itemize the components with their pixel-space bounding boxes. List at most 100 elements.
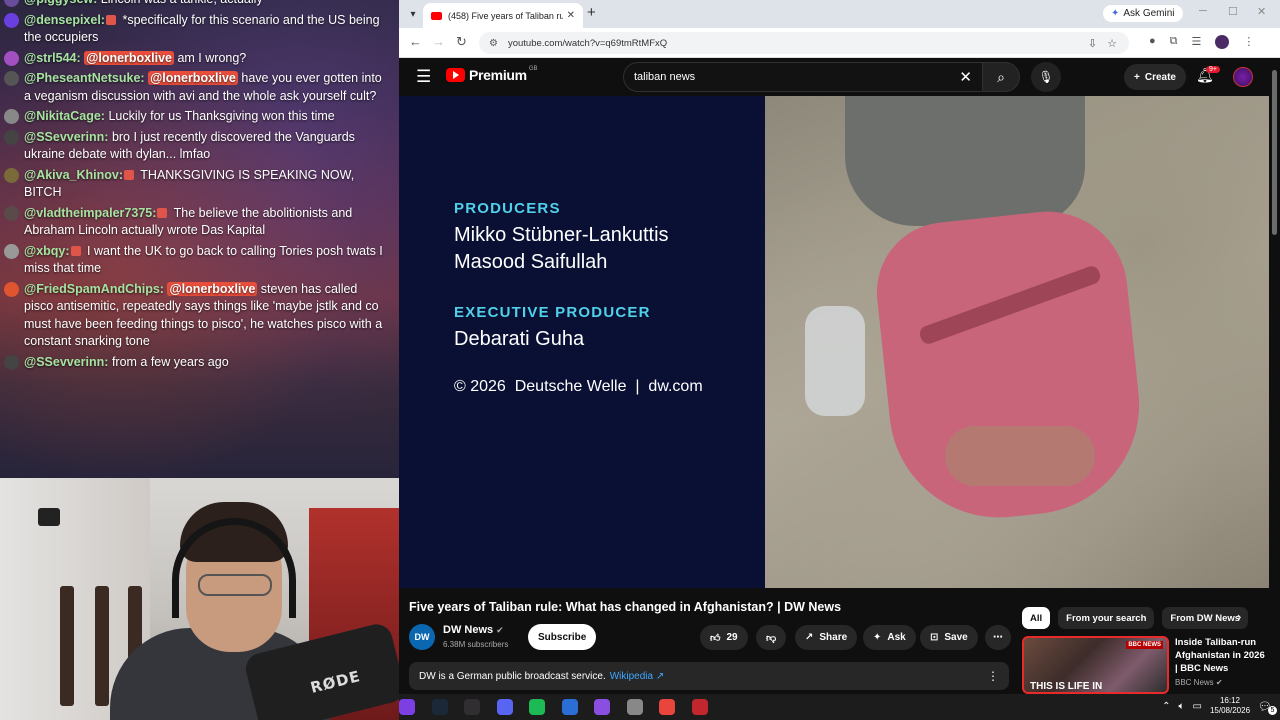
tab-youtube[interactable]: (458) Five years of Taliban rule: ✕	[423, 3, 583, 28]
forward-icon[interactable]: →	[432, 34, 445, 49]
create-button[interactable]: + Create	[1124, 64, 1186, 90]
chat-avatar	[4, 0, 19, 7]
ask-button[interactable]: ✦ Ask	[863, 625, 916, 650]
thumbs-down-icon: 👎︎	[766, 632, 777, 644]
account-avatar[interactable]	[1233, 67, 1253, 87]
filter-chip[interactable]: All	[1022, 607, 1051, 629]
filter-chip[interactable]: From your search	[1058, 607, 1155, 629]
clock[interactable]: 16:12 15/08/2026	[1210, 696, 1250, 716]
bookmark-star-icon[interactable]: ☆	[1107, 37, 1117, 50]
chat-username[interactable]: @NikitaCage:	[24, 109, 105, 123]
notifications-icon[interactable]: 💬︎ 5	[1258, 700, 1277, 715]
tab-search-icon[interactable]: ▾	[403, 5, 423, 23]
chat-message: @Akiva_Khinov: THANKSGIVING IS SPEAKING …	[0, 167, 399, 202]
maximize-icon[interactable]: ☐	[1228, 5, 1238, 18]
executive-producer-name: Debarati Guha	[454, 328, 585, 350]
install-app-icon[interactable]: ⇩	[1088, 37, 1097, 50]
search-input[interactable]: taliban news ✕	[623, 62, 983, 92]
youtube-premium-logo[interactable]: Premium GB	[446, 66, 538, 83]
minimize-icon[interactable]: ─	[1199, 5, 1207, 17]
producers-heading: PRODUCERS	[454, 200, 561, 217]
omnibox-actions: ⇩ ☆	[1088, 32, 1117, 54]
more-vertical-icon[interactable]: ⋮	[987, 669, 999, 683]
channel-name[interactable]: DW News ✔	[443, 624, 504, 636]
clear-search-icon[interactable]: ✕	[959, 68, 972, 86]
chat-username[interactable]: @SSevverinn:	[24, 130, 108, 144]
chat-mention: @lonerboxlive	[84, 50, 174, 65]
chat-avatar	[4, 167, 19, 183]
producer-name: Masood Saifullah	[454, 251, 608, 273]
volume-icon[interactable]: 🔈︎	[1179, 701, 1185, 712]
chat-username[interactable]: @xbqy:	[24, 244, 70, 258]
chat-username[interactable]: @densepixel:	[24, 13, 105, 27]
chat-username[interactable]: @vladtheimpaler7375:	[24, 206, 156, 220]
arc-icon[interactable]	[399, 699, 415, 715]
app-gear-icon[interactable]	[626, 699, 643, 715]
recommended-video-thumbnail[interactable]: BBC NEWS THIS IS LIFE IN	[1022, 636, 1169, 694]
profile-avatar-icon[interactable]	[1215, 35, 1230, 49]
reload-icon[interactable]: ↻	[456, 34, 467, 50]
subscribe-button[interactable]: Subscribe	[528, 624, 597, 650]
site-info-icon[interactable]: ⚙	[489, 38, 498, 49]
gemini-sparkle-icon: ✦	[1111, 8, 1120, 19]
obs-icon[interactable]	[464, 699, 480, 715]
close-window-icon[interactable]: ✕	[1257, 5, 1266, 18]
producer-name: Mikko Stübner-Lankuttis	[454, 224, 669, 246]
voice-search-icon[interactable]: 🎙︎	[1031, 62, 1061, 92]
chevron-right-icon[interactable]: ›	[1237, 609, 1241, 624]
tray-chevron-icon[interactable]: ⌃	[1162, 701, 1170, 712]
scrollbar-thumb[interactable]	[1272, 70, 1277, 235]
chrome-menu-icon[interactable]: ⋮	[1243, 35, 1254, 49]
region-code: GB	[528, 66, 538, 72]
reading-list-icon[interactable]: ☰	[1192, 35, 1202, 49]
app-blue-icon[interactable]	[561, 699, 578, 715]
network-icon[interactable]: ▭	[1193, 701, 1202, 712]
chat-avatar	[4, 354, 19, 370]
youtube-play-icon	[446, 68, 465, 82]
chat-username[interactable]: @Akiva_Khinov:	[24, 168, 123, 182]
discord-icon[interactable]	[496, 699, 513, 715]
app-red-icon[interactable]	[691, 699, 708, 715]
steam-icon[interactable]	[431, 699, 448, 715]
search-button[interactable]: ⌕	[982, 62, 1020, 92]
chrome-icon[interactable]	[659, 699, 675, 715]
new-tab-button[interactable]: +	[587, 4, 596, 21]
recommended-video-channel[interactable]: BBC News ✔	[1175, 678, 1223, 687]
description-text: DW is a German public broadcast service.	[419, 670, 606, 682]
chat-username[interactable]: @PheseantNetsuke:	[24, 71, 145, 85]
channel-avatar[interactable]: DW	[409, 624, 435, 650]
system-tray: ⌃ 🔈︎ ▭ 16:12 15/08/2026 💬︎ 5	[1162, 696, 1277, 716]
share-button[interactable]: ↗ Share	[795, 625, 858, 650]
recommended-video-title[interactable]: Inside Taliban-run Afghanistan in 2026 |…	[1175, 636, 1270, 675]
url-omnibox[interactable]: ⚙ youtube.com/watch?v=q69tmRtMFxQ ⇩ ☆	[479, 32, 1129, 54]
logo-text: Premium	[469, 67, 527, 83]
photo-toes	[945, 426, 1095, 486]
executive-producer-heading: EXECUTIVE PRODUCER	[454, 304, 651, 321]
like-button[interactable]: 👍︎ 29	[700, 625, 748, 650]
member-badge-icon	[157, 207, 168, 218]
verified-icon: ✔	[496, 625, 504, 635]
filter-chip[interactable]: From DW News	[1162, 607, 1249, 629]
extension-icon[interactable]: ●	[1149, 35, 1156, 49]
back-icon[interactable]: ←	[409, 34, 422, 49]
verified-icon: ✔	[1215, 678, 1223, 687]
chat-avatar	[4, 50, 19, 66]
more-actions-button[interactable]: ⋯	[985, 625, 1011, 650]
description-box[interactable]: DW is a German public broadcast service.…	[409, 662, 1009, 690]
hamburger-menu-icon[interactable]: ☰	[416, 67, 431, 87]
extensions-puzzle-icon[interactable]: ⧉	[1170, 35, 1178, 49]
app-purple-icon[interactable]	[594, 699, 610, 715]
close-tab-icon[interactable]: ✕	[567, 10, 575, 21]
chat-username[interactable]: @piggysew:	[24, 0, 97, 6]
chat-message: @FriedSpamAndChips: @lonerboxlive steven…	[0, 281, 399, 351]
spotify-icon[interactable]	[529, 699, 545, 715]
chat-username[interactable]: @FriedSpamAndChips:	[24, 282, 164, 296]
chat-username[interactable]: @strl544:	[24, 51, 81, 65]
chat-text: Lincoln was a tankie, actually	[101, 0, 263, 6]
ask-gemini-button[interactable]: ✦ Ask Gemini	[1103, 5, 1183, 22]
save-button[interactable]: ⊡ Save	[920, 625, 978, 650]
chat-username[interactable]: @SSevverinn:	[24, 355, 108, 369]
wikipedia-link[interactable]: Wikipedia ↗	[610, 671, 665, 682]
video-player[interactable]: PRODUCERS Mikko Stübner-Lankuttis Masood…	[399, 96, 1269, 588]
dislike-button[interactable]: 👎︎	[756, 625, 787, 650]
